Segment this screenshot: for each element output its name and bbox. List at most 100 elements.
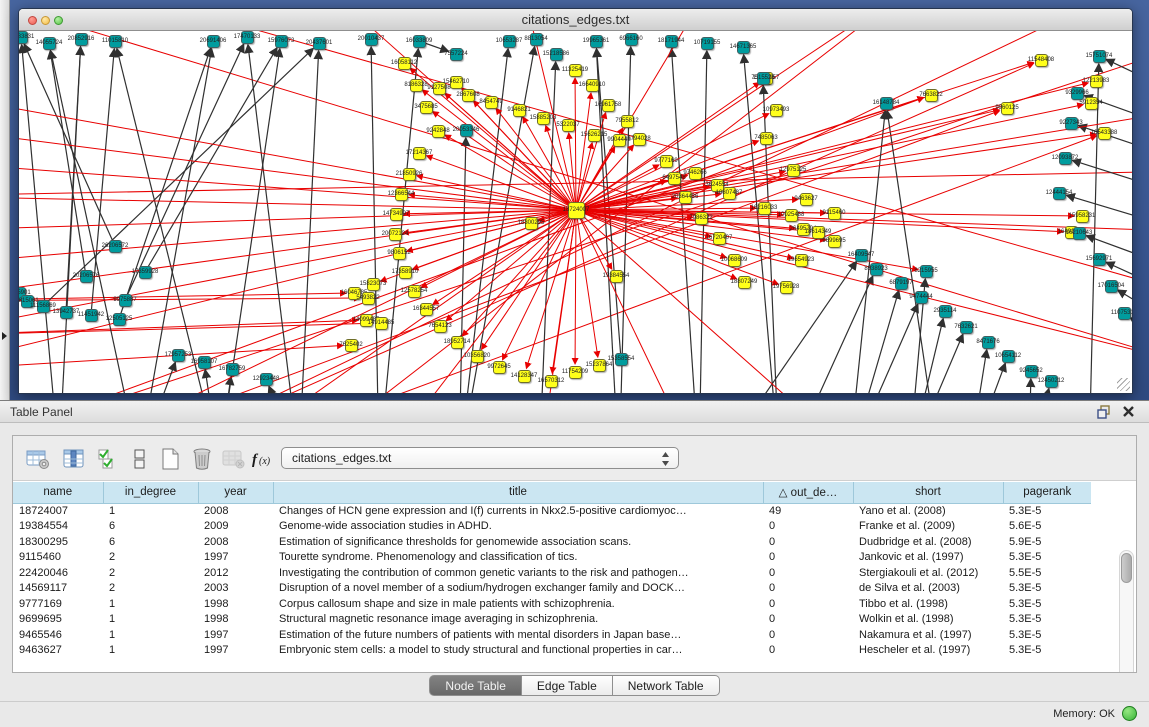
graph-node[interactable]: 20691406: [207, 35, 220, 48]
table-cell[interactable]: Embryonic stem cells: a model to study s…: [273, 643, 763, 659]
graph-node[interactable]: 7485063: [760, 132, 773, 145]
table-cell[interactable]: 6: [103, 534, 198, 550]
graph-node[interactable]: 8813054: [530, 33, 543, 46]
graph-node[interactable]: 9242848: [432, 125, 445, 138]
graph-node[interactable]: 12093872: [1059, 152, 1072, 165]
graph-node[interactable]: 12213983: [1090, 75, 1103, 88]
table-cell[interactable]: 9115460: [13, 550, 103, 566]
graph-node[interactable]: 9975887: [119, 294, 132, 307]
graph-node[interactable]: 7663822: [925, 89, 938, 102]
row-options-button[interactable]: [127, 446, 153, 472]
graph-node[interactable]: 12505125: [113, 313, 126, 326]
graph-node[interactable]: 11548408: [1035, 54, 1048, 67]
table-cell[interactable]: 0: [763, 581, 853, 597]
table-cell[interactable]: 1997: [198, 627, 273, 643]
graph-node[interactable]: 15626215: [588, 129, 601, 142]
graph-node[interactable]: 18952714: [451, 336, 464, 349]
graph-node[interactable]: 15751074: [1093, 50, 1106, 63]
table-cell[interactable]: 5.3E-5: [1003, 581, 1091, 597]
graph-node[interactable]: 16409547: [855, 249, 868, 262]
column-header[interactable]: pagerank: [1003, 482, 1091, 503]
table-row[interactable]: 1938455462009Genome-wide association stu…: [13, 519, 1091, 535]
graph-node[interactable]: 12444154: [1053, 187, 1066, 200]
graph-node[interactable]: 15976073: [275, 35, 288, 48]
table-cell[interactable]: 0: [763, 627, 853, 643]
table-row[interactable]: 946554611997Estimation of the future num…: [13, 627, 1091, 643]
graph-node[interactable]: 6879197: [895, 277, 908, 290]
table-cell[interactable]: 5.3E-5: [1003, 612, 1091, 628]
tab-edge-table[interactable]: Edge Table: [522, 675, 613, 696]
table-cell[interactable]: 5.9E-5: [1003, 534, 1091, 550]
graph-node[interactable]: 2935114: [939, 305, 952, 318]
table-cell[interactable]: Disruption of a novel member of a sodium…: [273, 581, 763, 597]
table-cell[interactable]: 5.3E-5: [1003, 503, 1091, 519]
graph-node[interactable]: 11015810: [109, 35, 122, 48]
graph-node[interactable]: 16570312: [545, 375, 558, 388]
graph-node[interactable]: 16216033: [758, 202, 771, 215]
table-cell[interactable]: 18300295: [13, 534, 103, 550]
table-cell[interactable]: de Silva et al. (2003): [853, 581, 1003, 597]
graph-node[interactable]: 9127508: [433, 82, 446, 95]
table-cell[interactable]: Nakamura et al. (1997): [853, 627, 1003, 643]
table-cell[interactable]: 0: [763, 519, 853, 535]
graph-node[interactable]: 20206576: [80, 270, 93, 283]
graph-node[interactable]: 3624554: [711, 179, 724, 192]
scrollbar-thumb[interactable]: [1121, 553, 1132, 583]
memory-indicator[interactable]: [1122, 706, 1137, 721]
graph-node[interactable]: 26495794: [797, 223, 810, 236]
graph-node[interactable]: 9245652: [1025, 365, 1038, 378]
table-cell[interactable]: Genome-wide association studies in ADHD.: [273, 519, 763, 535]
table-select-dropdown[interactable]: citations_edges.txt: [281, 447, 679, 469]
graph-node[interactable]: 16961758: [602, 99, 615, 112]
table-cell[interactable]: 9699695: [13, 612, 103, 628]
graph-node[interactable]: 20437601: [313, 37, 326, 50]
column-header[interactable]: name: [13, 482, 103, 503]
column-header[interactable]: short: [853, 482, 1003, 503]
table-row[interactable]: 1456911722003Disruption of a novel membe…: [13, 581, 1091, 597]
table-cell[interactable]: 1: [103, 503, 198, 519]
graph-node[interactable]: 10719155: [701, 37, 714, 50]
table-cell[interactable]: 1997: [198, 643, 273, 659]
graph-node[interactable]: 21850926: [403, 168, 416, 181]
graph-node[interactable]: 20072124: [389, 228, 402, 241]
graph-node[interactable]: 14055724: [43, 37, 56, 50]
graph-node[interactable]: 17016504: [1105, 280, 1118, 293]
table-cell[interactable]: 2008: [198, 503, 273, 519]
table-cell[interactable]: 0: [763, 612, 853, 628]
table-cell[interactable]: 5.3E-5: [1003, 643, 1091, 659]
graph-node[interactable]: 14099485: [360, 314, 373, 327]
new-column-button[interactable]: [157, 446, 183, 472]
resize-grip[interactable]: [1117, 378, 1130, 391]
graph-node[interactable]: 7986322: [695, 212, 708, 225]
column-header[interactable]: year: [198, 482, 273, 503]
table-cell[interactable]: 9777169: [13, 596, 103, 612]
column-header[interactable]: title: [273, 482, 763, 503]
graph-node[interactable]: 18300295: [525, 217, 538, 230]
table-cell[interactable]: 9463627: [13, 643, 103, 659]
graph-node[interactable]: 20010437: [365, 33, 378, 46]
table-row[interactable]: 911546021997Tourette syndrome. Phenomeno…: [13, 550, 1091, 566]
table-cell[interactable]: 2: [103, 581, 198, 597]
table-cell[interactable]: 0: [763, 534, 853, 550]
table-row[interactable]: 2242004622012Investigating the contribut…: [13, 565, 1091, 581]
float-panel-icon[interactable]: [1097, 405, 1111, 419]
graph-node[interactable]: 9806152: [393, 247, 406, 260]
graph-node[interactable]: 7625402: [345, 339, 358, 352]
table-cell[interactable]: Estimation of the future numbers of pati…: [273, 627, 763, 643]
graph-node[interactable]: 15823073: [367, 278, 380, 291]
graph-node[interactable]: 14914485: [375, 317, 388, 330]
graph-node[interactable]: 15462710: [450, 76, 463, 89]
graph-node[interactable]: 15958231: [1076, 210, 1089, 223]
graph-node[interactable]: 10025488: [785, 209, 798, 222]
table-cell[interactable]: 2009: [198, 519, 273, 535]
graph-node[interactable]: 7654123: [434, 320, 447, 333]
table-cell[interactable]: 1: [103, 643, 198, 659]
tab-network-table[interactable]: Network Table: [613, 675, 720, 696]
graph-node[interactable]: 19384554: [610, 270, 623, 283]
graph-node[interactable]: 11156869: [37, 300, 50, 313]
graph-node[interactable]: 9329966: [1071, 87, 1084, 100]
table-cell[interactable]: 0: [763, 643, 853, 659]
table-cell[interactable]: Yano et al. (2008): [853, 503, 1003, 519]
graph-node[interactable]: 9463627: [800, 193, 813, 206]
graph-node[interactable]: 11325419: [569, 64, 582, 77]
